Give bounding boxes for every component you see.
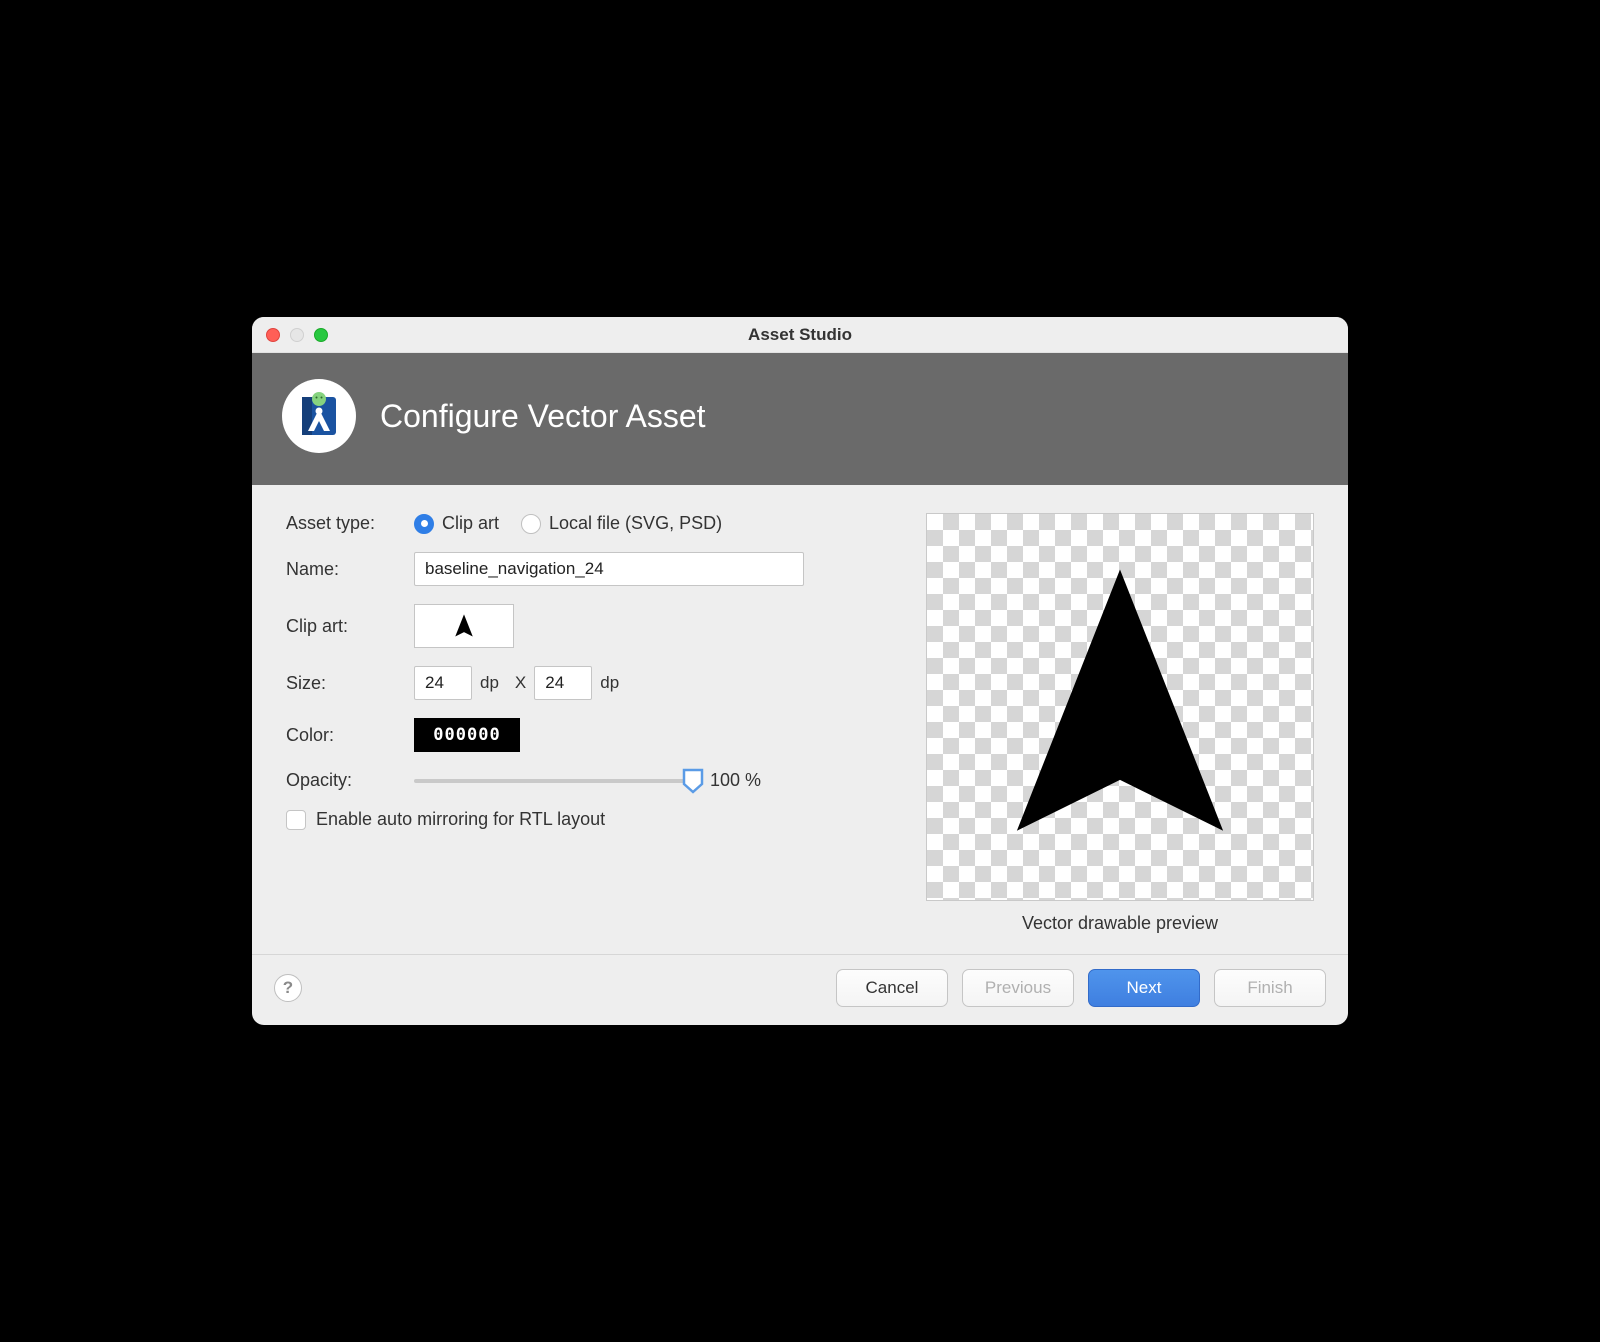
- cancel-button[interactable]: Cancel: [836, 969, 948, 1007]
- rtl-mirroring-label: Enable auto mirroring for RTL layout: [316, 809, 605, 830]
- color-label: Color:: [286, 725, 414, 746]
- size-label: Size:: [286, 673, 414, 694]
- radio-unselected-icon: [521, 514, 541, 534]
- minimize-window-icon[interactable]: [290, 328, 304, 342]
- clipart-picker-button[interactable]: [414, 604, 514, 648]
- radio-selected-icon: [414, 514, 434, 534]
- previous-button[interactable]: Previous: [962, 969, 1074, 1007]
- opacity-label: Opacity:: [286, 770, 414, 791]
- name-input[interactable]: [414, 552, 804, 586]
- size-height-input[interactable]: [534, 666, 592, 700]
- help-button[interactable]: ?: [274, 974, 302, 1002]
- asset-type-clipart-radio[interactable]: Clip art: [414, 513, 499, 534]
- next-button[interactable]: Next: [1088, 969, 1200, 1007]
- dialog-content: Asset type: Clip art Local file (SVG, PS…: [252, 485, 1348, 954]
- navigation-arrow-icon: [955, 542, 1285, 872]
- window-title: Asset Studio: [252, 325, 1348, 345]
- name-label: Name:: [286, 559, 414, 580]
- zoom-window-icon[interactable]: [314, 328, 328, 342]
- close-window-icon[interactable]: [266, 328, 280, 342]
- color-hex-value: 000000: [433, 725, 500, 745]
- preview-panel: Vector drawable preview: [926, 513, 1314, 934]
- finish-button[interactable]: Finish: [1214, 969, 1326, 1007]
- asset-type-localfile-radio[interactable]: Local file (SVG, PSD): [521, 513, 722, 534]
- preview-caption: Vector drawable preview: [926, 913, 1314, 934]
- titlebar: Asset Studio: [252, 317, 1348, 353]
- size-separator: X: [515, 673, 526, 693]
- page-title: Configure Vector Asset: [380, 398, 706, 435]
- asset-studio-logo-icon: [282, 379, 356, 453]
- radio-label: Local file (SVG, PSD): [549, 513, 722, 534]
- size-unit-h: dp: [600, 673, 619, 693]
- opacity-slider[interactable]: [414, 779, 694, 783]
- vector-preview: [926, 513, 1314, 901]
- asset-type-radio-group: Clip art Local file (SVG, PSD): [414, 513, 722, 534]
- navigation-arrow-icon: [450, 612, 478, 640]
- dialog-window: Asset Studio Configure Vector Asset Asse…: [252, 317, 1348, 1025]
- size-unit-w: dp: [480, 673, 499, 693]
- color-picker-button[interactable]: 000000: [414, 718, 520, 752]
- dialog-header: Configure Vector Asset: [252, 353, 1348, 485]
- rtl-mirroring-checkbox[interactable]: [286, 810, 306, 830]
- help-icon: ?: [283, 978, 293, 998]
- window-controls: [266, 328, 328, 342]
- size-width-input[interactable]: [414, 666, 472, 700]
- form-panel: Asset type: Clip art Local file (SVG, PS…: [286, 513, 886, 934]
- opacity-value: 100 %: [710, 770, 766, 791]
- slider-thumb-icon: [682, 768, 704, 794]
- dialog-footer: ? Cancel Previous Next Finish: [252, 954, 1348, 1025]
- radio-label: Clip art: [442, 513, 499, 534]
- clipart-label: Clip art:: [286, 616, 414, 637]
- asset-type-label: Asset type:: [286, 513, 414, 534]
